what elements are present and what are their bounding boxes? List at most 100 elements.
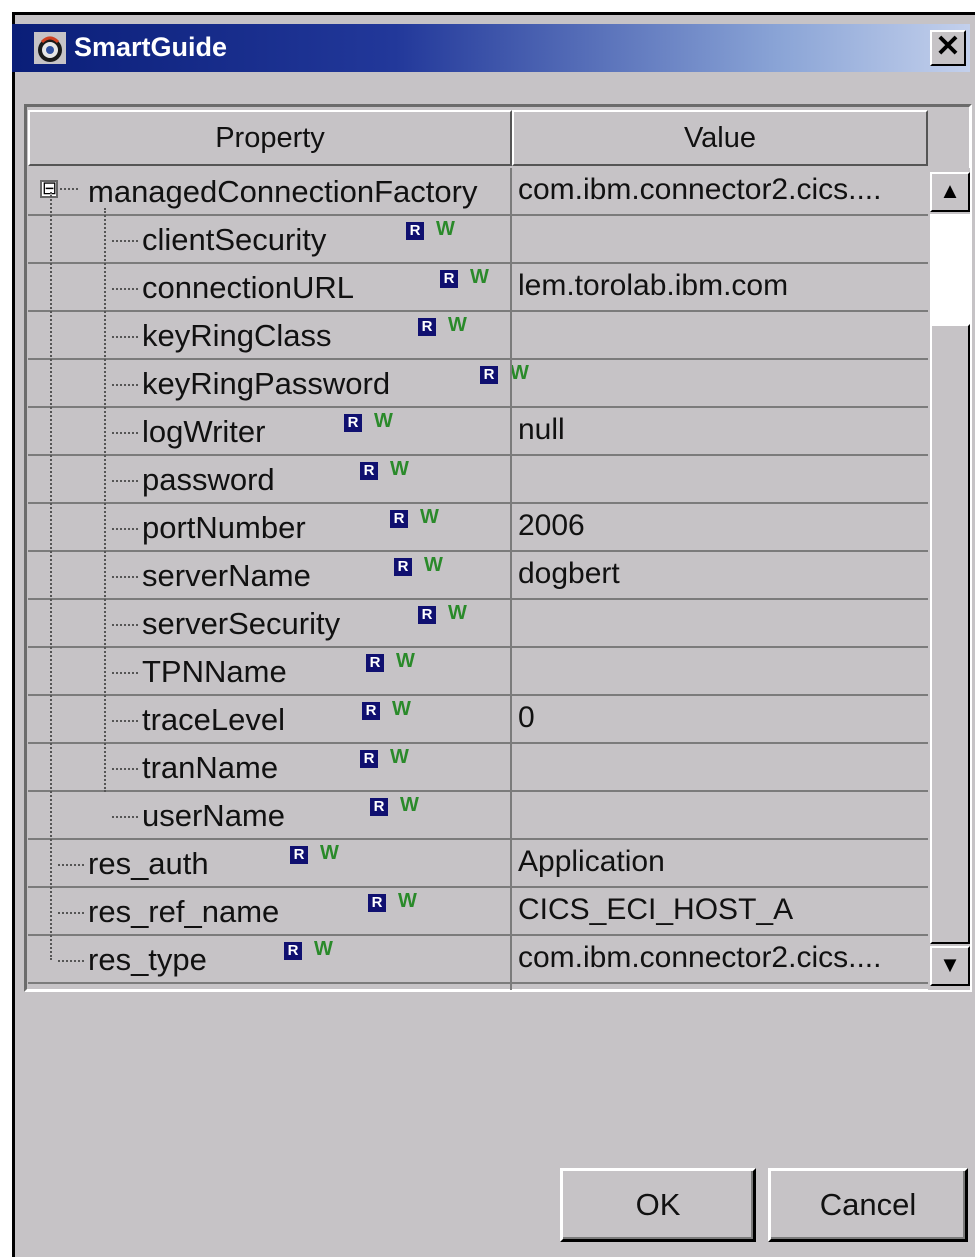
read-write-badges: RW (362, 698, 411, 721)
property-name: portNumber (142, 510, 306, 545)
property-name: password (142, 462, 275, 497)
read-icon: R (390, 510, 408, 528)
column-header-property[interactable]: Property (28, 110, 512, 166)
close-icon: ✕ (935, 30, 961, 63)
scroll-down-button[interactable]: ▼ (930, 946, 970, 986)
column-divider (510, 168, 512, 990)
tree-connector (112, 816, 138, 818)
property-value[interactable]: 2006 (518, 504, 918, 548)
write-icon: W (448, 314, 467, 336)
property-name: tranName (142, 750, 279, 785)
property-name: serverSecurity (142, 606, 341, 641)
tree-connector (112, 480, 138, 482)
read-write-badges: RW (418, 314, 467, 337)
table-row[interactable]: res_auth R W Application (28, 840, 928, 888)
table-row[interactable]: clientSecurity R W (28, 216, 928, 264)
tree-line-children (104, 208, 106, 792)
property-name: res_ref_name (88, 894, 280, 929)
property-name: traceLevel (142, 702, 286, 737)
write-icon: W (390, 746, 409, 768)
write-icon: W (390, 458, 409, 480)
write-icon: W (314, 938, 333, 960)
property-name: clientSecurity (142, 222, 327, 257)
table-row[interactable]: res_ref_name R W CICS_ECI_HOST_A (28, 888, 928, 936)
property-value[interactable]: lem.torolab.ibm.com (518, 264, 918, 308)
property-value[interactable]: CICS_ECI_HOST_A (518, 888, 918, 932)
read-icon: R (284, 942, 302, 960)
tree-connector (112, 288, 138, 290)
table-row[interactable]: TPNName R W (28, 648, 928, 696)
write-icon: W (420, 506, 439, 528)
property-name: keyRingPassword (142, 366, 391, 401)
table-row[interactable]: serverName R Wdogbert (28, 552, 928, 600)
arrow-down-icon: ▼ (939, 952, 961, 977)
write-icon: W (398, 890, 417, 912)
table-row[interactable]: keyRingClass R W (28, 312, 928, 360)
table-row[interactable]: res_type R Wcom.ibm.connector2.cics.... (28, 936, 928, 984)
read-write-badges: RW (360, 746, 409, 769)
tree-connector (112, 672, 138, 674)
property-name: keyRingClass (142, 318, 332, 353)
collapse-icon[interactable]: ⊟ (40, 179, 58, 198)
tree-connector (60, 188, 78, 190)
tree-connector (58, 864, 84, 866)
read-icon: R (362, 702, 380, 720)
read-write-badges: RW (366, 650, 415, 673)
property-name: serverName (142, 558, 311, 593)
close-button[interactable]: ✕ (930, 30, 966, 66)
read-icon: R (360, 750, 378, 768)
write-icon: W (400, 794, 419, 816)
property-value[interactable]: com.ibm.connector2.cics.... (518, 936, 918, 980)
write-icon: W (396, 650, 415, 672)
scroll-track-upper[interactable] (930, 214, 970, 324)
write-icon: W (436, 218, 455, 240)
table-row[interactable]: keyRingPassword R W (28, 360, 928, 408)
property-value[interactable]: 0 (518, 696, 918, 740)
read-icon: R (360, 462, 378, 480)
read-write-badges: RW (418, 602, 467, 625)
scroll-thumb[interactable] (930, 324, 970, 944)
tree-connector (112, 432, 138, 434)
table-row[interactable]: tranName R W (28, 744, 928, 792)
read-write-badges: RW (360, 458, 409, 481)
property-value[interactable]: dogbert (518, 552, 918, 596)
read-icon: R (394, 558, 412, 576)
property-name: userName (142, 798, 285, 833)
tree-connector (112, 336, 138, 338)
table-row[interactable]: connectionURL R Wlem.torolab.ibm.com (28, 264, 928, 312)
write-icon: W (320, 842, 339, 864)
tree-connector (112, 528, 138, 530)
table-row[interactable]: serverSecurity R W (28, 600, 928, 648)
read-write-badges: RW (290, 842, 339, 865)
tree-connector (112, 720, 138, 722)
read-icon: R (418, 318, 436, 336)
scroll-up-button[interactable]: ▲ (930, 172, 970, 212)
table-row[interactable]: portNumber R W 2006 (28, 504, 928, 552)
read-icon: R (406, 222, 424, 240)
table-row[interactable]: userName R W (28, 792, 928, 840)
read-icon: R (368, 894, 386, 912)
window-title: SmartGuide (74, 32, 228, 62)
read-icon: R (370, 798, 388, 816)
write-icon: W (470, 266, 489, 288)
table-row[interactable]: password R W (28, 456, 928, 504)
table-row[interactable]: logWriter R Wnull (28, 408, 928, 456)
write-icon: W (424, 554, 443, 576)
cancel-button[interactable]: Cancel (768, 1168, 968, 1242)
title-bar[interactable]: SmartGuide (12, 24, 970, 72)
read-icon: R (480, 366, 498, 384)
tree-connector (112, 768, 138, 770)
property-value[interactable]: null (518, 408, 918, 452)
tree-connector (112, 576, 138, 578)
read-write-badges: RW (406, 218, 455, 241)
tree-connector (58, 912, 84, 914)
table-row[interactable]: traceLevel R W 0 (28, 696, 928, 744)
column-header-value[interactable]: Value (512, 110, 928, 166)
table-row[interactable]: ⊟ managedConnectionFactory com.ibm.connect… (28, 168, 928, 216)
ok-button[interactable]: OK (560, 1168, 756, 1242)
property-value[interactable]: com.ibm.connector2.cics.... (518, 168, 918, 212)
tree-connector (112, 240, 138, 242)
tree-connector (112, 384, 138, 386)
property-value[interactable]: Application (518, 840, 918, 884)
tree-connector (58, 960, 84, 962)
